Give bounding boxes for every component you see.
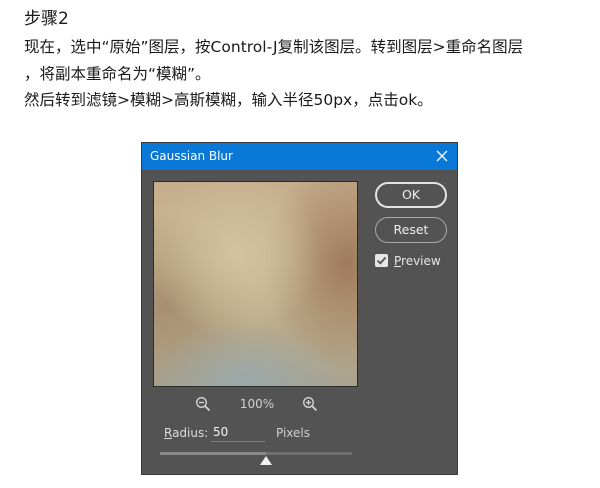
instruction-line: 然后转到滤镜>模糊>高斯模糊，输入半径50px，点击ok。 [24, 91, 433, 109]
zoom-level: 100% [239, 397, 275, 411]
zoom-out-icon[interactable] [195, 396, 211, 412]
zoom-in-icon[interactable] [302, 396, 318, 412]
radius-slider[interactable] [160, 452, 352, 465]
radius-unit: Pixels [276, 426, 311, 440]
close-icon [436, 150, 448, 162]
radius-label: Radius: [164, 426, 209, 440]
instructions: 现在，选中“原始”图层，按Control-J复制该图层。转到图层>重命名图层 ，… [24, 34, 584, 114]
reset-button[interactable]: Reset [375, 217, 447, 243]
blur-preview-image[interactable] [153, 181, 358, 387]
zoom-controls: 100% [142, 395, 372, 413]
instruction-line: ，将副本重命名为“模糊”。 [24, 64, 211, 83]
radius-row: Radius: Pixels [142, 423, 442, 443]
ok-button[interactable]: OK [375, 182, 447, 208]
radius-slider-thumb[interactable] [260, 456, 272, 465]
radius-slider-fill [160, 452, 266, 455]
article: 步骤2 现在，选中“原始”图层，按Control-J复制该图层。转到图层>重命名… [24, 6, 584, 114]
step-title: 步骤2 [24, 9, 69, 29]
preview-label: Preview [394, 254, 441, 268]
close-button[interactable] [427, 143, 457, 170]
radius-input[interactable] [211, 423, 265, 442]
checkmark-icon [376, 256, 387, 265]
gaussian-blur-dialog: Gaussian Blur OK Reset Preview 100% Radi… [141, 142, 458, 475]
dialog-titlebar[interactable]: Gaussian Blur [142, 143, 457, 170]
dialog-title: Gaussian Blur [150, 149, 233, 163]
instruction-line: 现在，选中“原始”图层，按Control-J复制该图层。转到图层>重命名图层 [24, 38, 524, 56]
checkbox-box[interactable] [375, 254, 388, 267]
